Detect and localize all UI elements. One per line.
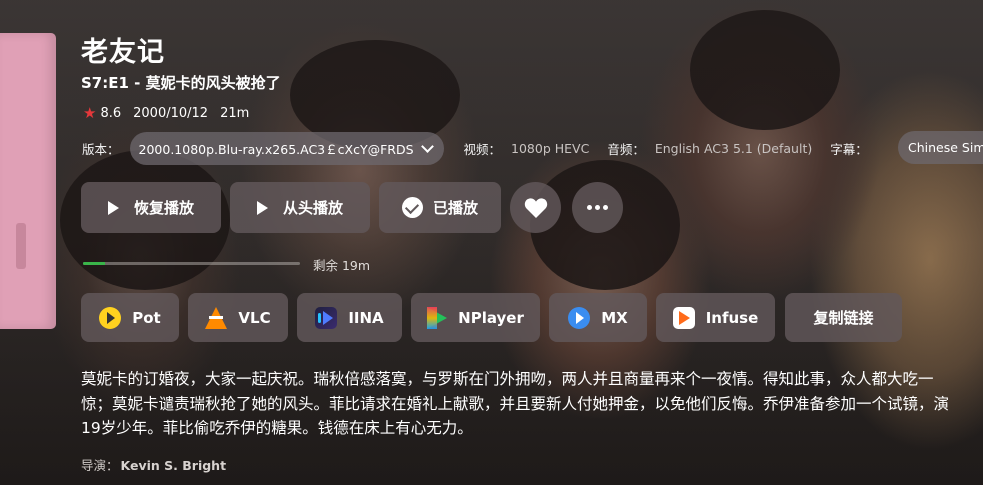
player-pot-button[interactable]: Pot	[81, 293, 179, 342]
version-value: 2000.1080p.Blu-ray.x265.AC3￡cXcY@FRDS	[138, 141, 414, 157]
episode-meta: ★ 8.6 2000/10/12 21m	[83, 104, 249, 122]
more-dots-icon	[587, 205, 592, 210]
player-vlc-button[interactable]: VLC	[188, 293, 288, 342]
video-value: 1080p HEVC	[511, 140, 590, 156]
audio-value: English AC3 5.1 (Default)	[654, 140, 813, 156]
director-line: 导演： Kevin S. Bright	[81, 455, 226, 474]
remaining-time: 剩余 19m	[313, 258, 371, 273]
subtitle-value: Chinese Simplified	[908, 140, 983, 155]
player-mx-button[interactable]: MX	[549, 293, 647, 342]
played-label: 已播放	[432, 199, 478, 217]
heart-icon	[524, 197, 547, 218]
player-label: IINA	[348, 308, 384, 327]
resume-button[interactable]: 恢复播放	[81, 182, 221, 233]
subtitle-select[interactable]: Chinese Simplified	[898, 131, 983, 164]
chevron-down-icon	[420, 139, 434, 153]
star-icon: ★	[83, 104, 97, 122]
vlc-icon	[205, 306, 228, 329]
media-info-row: 版本： 2000.1080p.Blu-ray.x265.AC3￡cXcY@FRD…	[82, 131, 878, 165]
watch-progress-fill	[83, 262, 105, 265]
director-name[interactable]: Kevin S. Bright	[121, 458, 227, 473]
favorite-button[interactable]	[510, 182, 561, 233]
rating: 8.6	[100, 105, 122, 121]
player-label: NPlayer	[458, 308, 524, 327]
audio-label: 音频：	[607, 141, 645, 157]
version-select[interactable]: 2000.1080p.Blu-ray.x265.AC3￡cXcY@FRDS	[129, 131, 444, 165]
player-label: Infuse	[705, 308, 759, 327]
subtitle-label: 字幕：	[830, 141, 868, 157]
more-button[interactable]	[572, 182, 623, 233]
potplayer-icon	[99, 306, 122, 329]
play-icon	[107, 200, 119, 215]
duration: 21m	[220, 105, 250, 121]
player-label: MX	[601, 308, 628, 327]
episode-title: S7:E1 - 莫妮卡的风头被抢了	[81, 74, 281, 92]
restart-button[interactable]: 从头播放	[230, 182, 370, 233]
copy-link-button[interactable]: 复制链接	[785, 293, 902, 342]
check-circle-icon	[401, 197, 423, 218]
watch-progress-bar	[83, 262, 300, 265]
restart-label: 从头播放	[282, 199, 343, 217]
copy-link-label: 复制链接	[813, 309, 874, 327]
resume-label: 恢复播放	[133, 199, 194, 217]
player-label: Pot	[132, 308, 161, 327]
iina-icon	[315, 306, 338, 329]
version-label: 版本：	[82, 141, 120, 157]
show-title: 老友记	[81, 37, 165, 68]
air-date: 2000/10/12	[133, 105, 209, 121]
infuse-icon	[672, 306, 695, 329]
player-infuse-button[interactable]: Infuse	[656, 293, 775, 342]
nplayer-icon	[427, 306, 448, 329]
director-label: 导演：	[81, 458, 119, 473]
player-label: VLC	[238, 308, 271, 327]
video-label: 视频：	[463, 141, 502, 157]
mark-played-button[interactable]: 已播放	[379, 182, 501, 233]
play-icon	[256, 200, 268, 215]
player-nplayer-button[interactable]: NPlayer	[411, 293, 540, 342]
episode-description: 莫妮卡的订婚夜，大家一起庆祝。瑞秋倍感落寞，与罗斯在门外拥吻，两人并且商量再来个…	[81, 370, 950, 437]
player-iina-button[interactable]: IINA	[297, 293, 402, 342]
mx-player-icon	[568, 306, 591, 329]
